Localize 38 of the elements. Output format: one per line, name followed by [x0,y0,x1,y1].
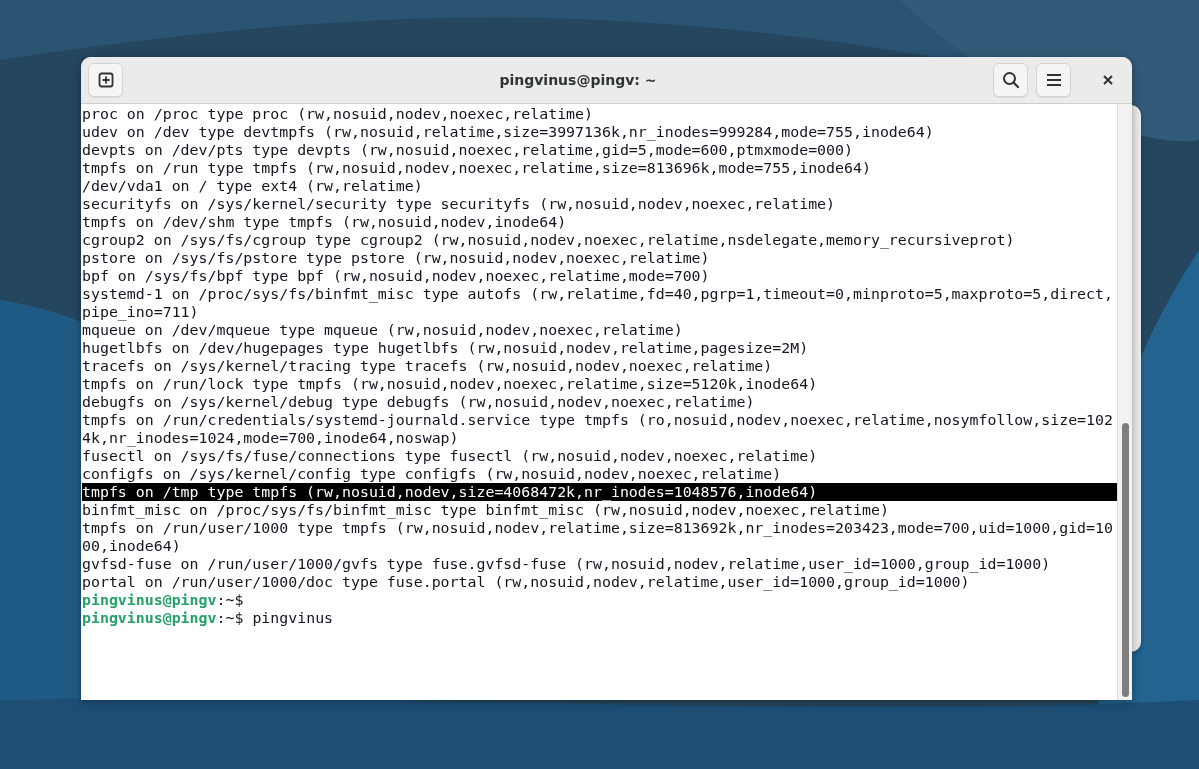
plus-icon [97,72,114,88]
output-line: tmpfs on /run/credentials/systemd-journald.service type tmpfs (ro,nosuid,nodev,noexec,relatime,nosymfollow,size=102 [82,411,1114,429]
close-icon [1103,75,1113,85]
output-line: tmpfs on /run/lock type tmpfs (rw,nosuid,nodev,noexec,relatime,size=5120k,inode64) [82,375,819,393]
output-line: systemd-1 on /proc/sys/fs/binfmt_misc type autofs (rw,relatime,fd=40,pgrp=1,timeout=0,minproto=5,maxproto=5,direct, [82,285,1114,303]
window-title: pingvinus@pingv: ~ [498,72,658,88]
output-line: debugfs on /sys/kernel/debug type debugfs (rw,nosuid,nodev,noexec,relatime) [82,393,756,411]
output-line: gvfsd-fuse on /run/user/1000/gvfs type fuse.gvfsd-fuse (rw,nosuid,nodev,relatime,user_id=1000,group_id=1000) [82,555,1052,573]
menu-icon [1045,73,1062,87]
output-line: configfs on /sys/kernel/config type configfs (rw,nosuid,nodev,noexec,relatime) [82,465,783,483]
output-line: portal on /run/user/1000/doc type fuse.portal (rw,nosuid,nodev,relatime,user_id=1000,group_id=1000) [82,573,971,591]
output-line: bpf on /sys/fs/bpf type bpf (rw,nosuid,nodev,noexec,relatime,mode=700) [82,267,711,285]
prompt-line: pingvinus@pingv:~$ pingvinus [82,609,335,627]
output-line: binfmt_misc on /proc/sys/fs/binfmt_misc type binfmt_misc (rw,nosuid,nodev,noexec,relatime) [82,501,890,519]
output-line: cgroup2 on /sys/fs/cgroup type cgroup2 (rw,nosuid,nodev,noexec,relatime,nsdelegate,memory_recursiveprot) [82,231,1016,249]
output-line: tmpfs on /run type tmpfs (rw,nosuid,nodev,noexec,relatime,size=813696k,mode=755,inode64) [82,159,872,177]
new-tab-button[interactable] [88,63,123,97]
output-line: udev on /dev type devtmpfs (rw,nosuid,relatime,size=3997136k,nr_inodes=999284,mode=755,inode64) [82,123,935,141]
output-line: pipe_ino=711) [82,303,200,321]
output-line: 00,inode64) [82,537,182,555]
output-line: /dev/vda1 on / type ext4 (rw,relatime) [82,177,424,195]
output-line: hugetlbfs on /dev/hugepages type hugetlbfs (rw,nosuid,nodev,relatime,pagesize=2M) [82,339,810,357]
scrollbar-thumb[interactable] [1122,423,1129,697]
scrollbar[interactable] [1117,104,1132,700]
output-line: fusectl on /sys/fs/fuse/connections type fusectl (rw,nosuid,nodev,noexec,relatime) [82,447,819,465]
output-line: mqueue on /dev/mqueue type mqueue (rw,nosuid,nodev,noexec,relatime) [82,321,684,339]
output-line: tracefs on /sys/kernel/tracing type tracefs (rw,nosuid,nodev,noexec,relatime) [82,357,774,375]
output-line: proc on /proc type proc (rw,nosuid,nodev,noexec,relatime) [82,105,594,123]
output-line: 4k,nr_inodes=1024,mode=700,inode64,noswap) [82,429,460,447]
prompt-line: pingvinus@pingv:~$ [82,591,245,609]
search-icon [1001,71,1020,89]
output-line: pstore on /sys/fs/pstore type pstore (rw,nosuid,nodev,noexec,relatime) [82,249,711,267]
output-line: devpts on /dev/pts type devpts (rw,nosuid,noexec,relatime,gid=5,mode=600,ptmxmode=000) [82,141,854,159]
output-line: tmpfs on /run/user/1000 type tmpfs (rw,nosuid,nodev,relatime,size=813692k,nr_inodes=203423,mode=700,uid=1000,gid=10 [82,519,1114,537]
output-line: tmpfs on /dev/shm type tmpfs (rw,nosuid,nodev,inode64) [82,213,568,231]
search-button[interactable] [993,63,1028,97]
output-line: securityfs on /sys/kernel/security type securityfs (rw,nosuid,nodev,noexec,relatime) [82,195,837,213]
menu-button[interactable] [1036,63,1071,97]
